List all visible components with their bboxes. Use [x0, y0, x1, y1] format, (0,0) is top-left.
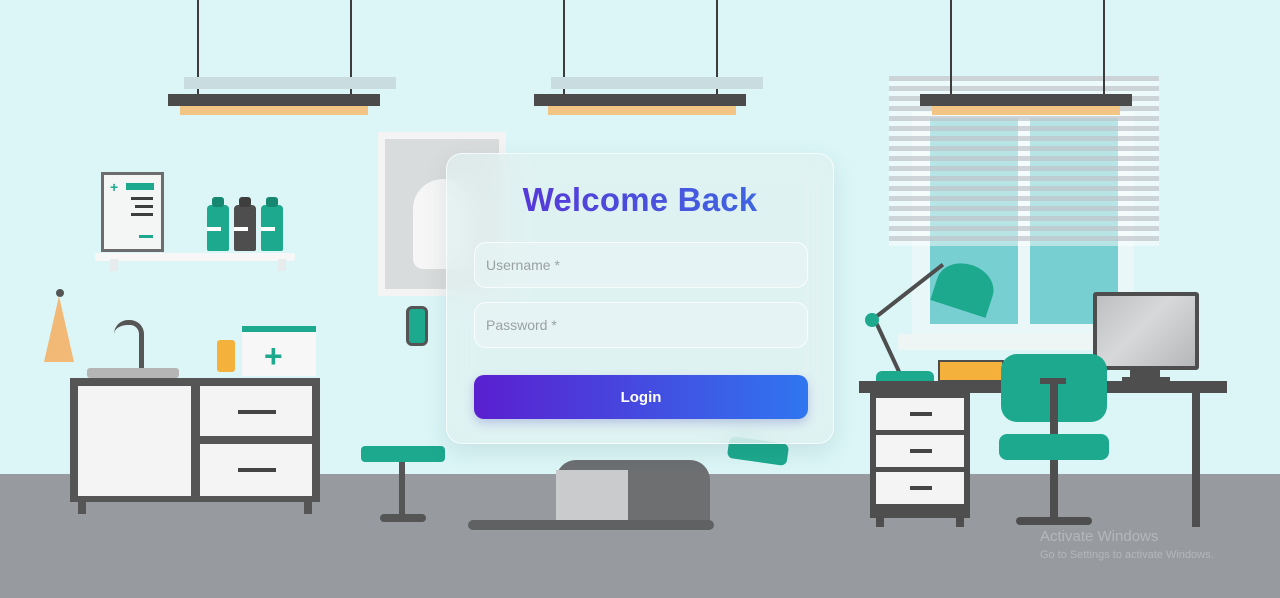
login-card: Welcome Back Login: [446, 153, 834, 444]
office-chair-bracket: [1040, 378, 1066, 384]
wall-shelf: [95, 253, 295, 261]
username-input[interactable]: [474, 242, 808, 288]
faucet: [114, 320, 144, 368]
medicine-bottle: [207, 197, 229, 251]
drawer-foot: [956, 518, 964, 527]
office-chair-seat: [999, 434, 1109, 460]
watermark-title: Activate Windows: [1040, 528, 1159, 545]
stool-base: [380, 514, 426, 522]
shelf-bracket: [110, 259, 118, 271]
desk-lamp-joint: [865, 313, 879, 327]
medicine-bottle: [234, 197, 256, 251]
dental-chair-floorplate: [468, 520, 714, 530]
windows-activation-watermark: Activate Windows Go to Settings to activ…: [1040, 528, 1214, 561]
medical-cross-icon: +: [264, 338, 283, 374]
login-title: Welcome Back: [474, 180, 806, 220]
login-button[interactable]: Login: [474, 375, 808, 419]
binder: [938, 360, 1004, 382]
dropper-bottle: [217, 340, 235, 372]
desk-leg: [1192, 392, 1200, 527]
framed-certificate: +: [101, 172, 164, 252]
drawer-foot: [876, 518, 884, 527]
sink: [87, 368, 179, 378]
computer-monitor: [1093, 292, 1199, 370]
sink-cabinet: [70, 378, 320, 514]
stool-seat: [361, 446, 445, 462]
towel: [44, 296, 74, 362]
desk-drawers: [870, 392, 970, 518]
medicine-bottle: [261, 197, 283, 251]
shelf-bracket: [278, 259, 286, 271]
password-input[interactable]: [474, 302, 808, 348]
watermark-subtitle: Go to Settings to activate Windows.: [1040, 549, 1214, 561]
office-chair-base: [1016, 517, 1092, 525]
dental-chair-headrest: [406, 306, 428, 346]
stool-post: [399, 462, 405, 516]
first-aid-box: +: [242, 326, 316, 376]
